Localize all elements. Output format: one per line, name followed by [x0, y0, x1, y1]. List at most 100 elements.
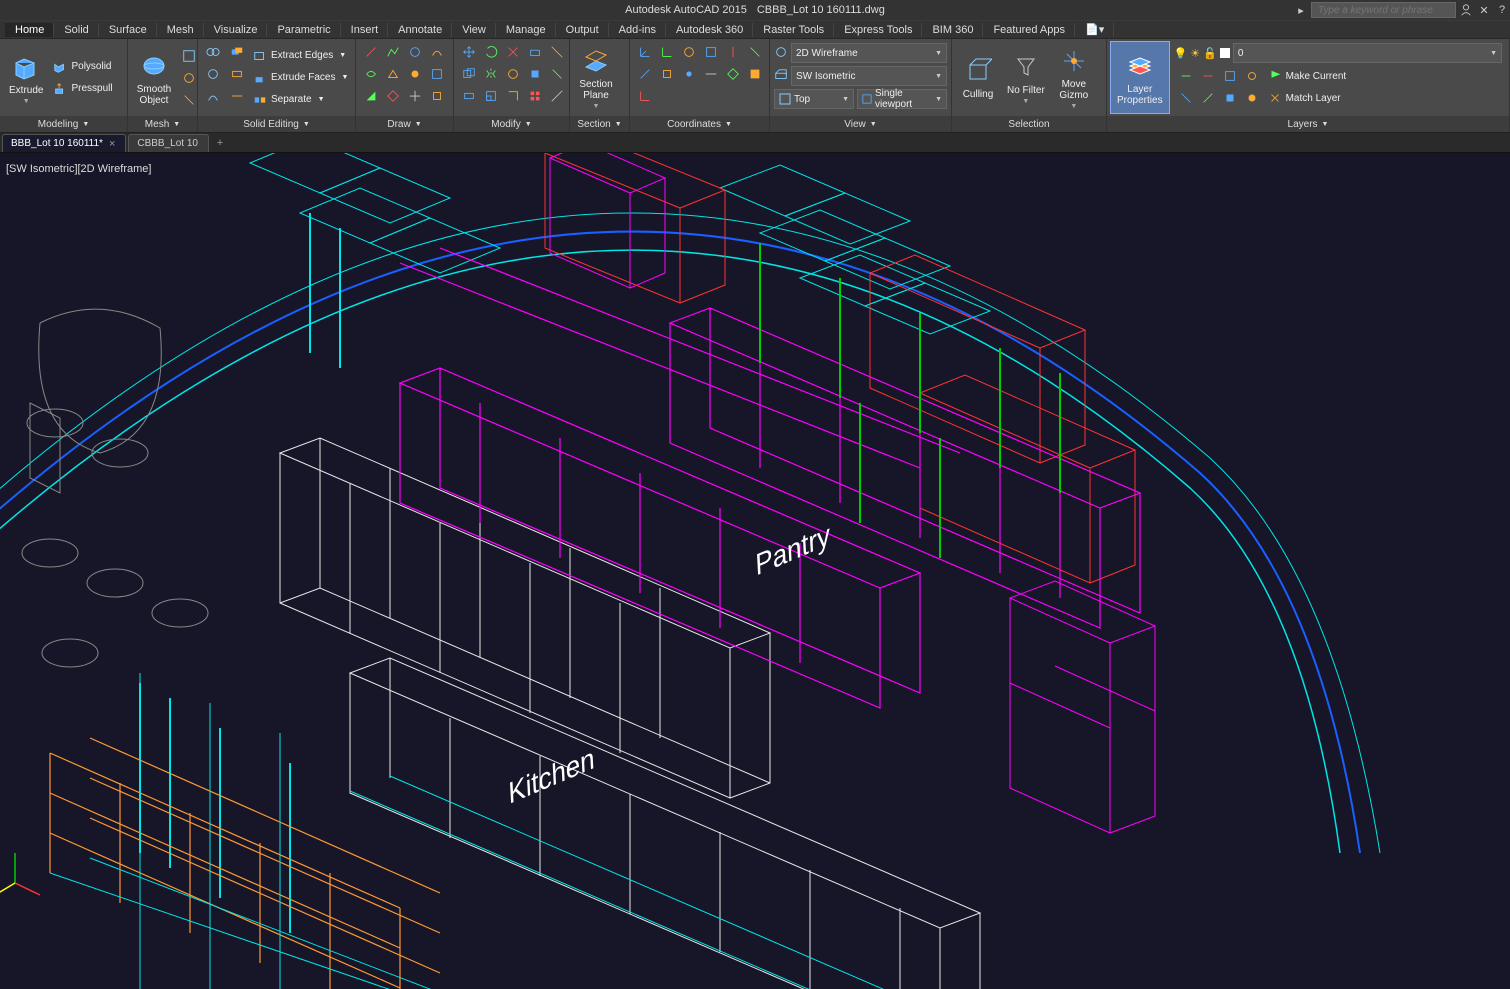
visual-style-dropdown[interactable]: 2D Wireframe▼	[791, 43, 947, 63]
layer-dropdown[interactable]: 0▼	[1233, 43, 1502, 63]
l-icon-2[interactable]	[1196, 65, 1220, 87]
se-icon-1[interactable]	[201, 41, 225, 63]
panel-title-view[interactable]: View▼	[770, 116, 951, 132]
m-icon-8[interactable]	[501, 63, 525, 85]
l-icon-4[interactable]	[1240, 65, 1264, 87]
viewport-label[interactable]: [SW Isometric][2D Wireframe]	[6, 163, 151, 175]
m-icon-5[interactable]	[545, 41, 569, 63]
c-icon-10[interactable]	[699, 63, 723, 85]
se-icon-4[interactable]	[225, 63, 249, 85]
stretch-icon[interactable]	[457, 85, 481, 107]
d-icon-6[interactable]	[381, 63, 405, 85]
help-search-input[interactable]	[1311, 2, 1456, 18]
scale-icon[interactable]	[479, 85, 503, 107]
mirror-icon[interactable]	[479, 63, 503, 85]
c-icon-7[interactable]	[633, 63, 657, 85]
panel-title-section[interactable]: Section▼	[570, 116, 629, 132]
viewport-dropdown[interactable]: Single viewport▼	[857, 89, 947, 109]
menu-manage[interactable]: Manage	[496, 23, 556, 37]
d-icon-7[interactable]	[403, 63, 427, 85]
l-icon-6[interactable]	[1196, 87, 1220, 109]
c-icon-13[interactable]	[633, 85, 657, 107]
presspull-button[interactable]: Presspull	[49, 78, 115, 100]
se-icon-3[interactable]	[201, 63, 225, 85]
menu-mesh[interactable]: Mesh	[157, 23, 204, 37]
panel-title-selection[interactable]: Selection	[952, 116, 1106, 132]
menu-insert[interactable]: Insert	[341, 23, 389, 37]
menu-featuredapps[interactable]: Featured Apps	[983, 23, 1075, 37]
add-tab-button[interactable]: +	[211, 134, 229, 152]
panel-title-coordinates[interactable]: Coordinates▼	[630, 116, 769, 132]
sun-icon[interactable]: ☀	[1190, 47, 1200, 60]
movegizmo-button[interactable]: Move Gizmo ▼	[1051, 41, 1097, 114]
extrude-faces-button[interactable]: Extrude Faces▼	[249, 67, 351, 89]
menu-parametric[interactable]: Parametric	[267, 23, 340, 37]
panel-title-modify[interactable]: Modify▼	[454, 116, 569, 132]
panel-title-mesh[interactable]: Mesh▼	[128, 116, 197, 132]
menu-solid[interactable]: Solid	[54, 23, 98, 37]
match-layer-button[interactable]: Match Layer	[1264, 87, 1350, 109]
separate-button[interactable]: Separate▼	[249, 89, 351, 111]
menu-expresstools[interactable]: Express Tools	[834, 23, 922, 37]
m-icon-15[interactable]	[545, 85, 569, 107]
se-icon-6[interactable]	[225, 85, 249, 107]
c-icon-11[interactable]	[721, 63, 745, 85]
menu-view[interactable]: View	[452, 23, 496, 37]
c-icon-5[interactable]	[721, 41, 745, 63]
menu-bim360[interactable]: BIM 360	[922, 23, 983, 37]
c-icon-3[interactable]	[677, 41, 701, 63]
d-icon-9[interactable]	[359, 85, 383, 107]
se-icon-2[interactable]	[225, 41, 249, 63]
menu-output[interactable]: Output	[556, 23, 609, 37]
extract-edges-button[interactable]: Extract Edges▼	[249, 45, 351, 67]
l-icon-7[interactable]	[1218, 87, 1242, 109]
menu-addins[interactable]: Add-ins	[609, 23, 666, 37]
menu-surface[interactable]: Surface	[99, 23, 157, 37]
close-icon[interactable]: ×	[109, 138, 115, 150]
c-icon-1[interactable]	[633, 41, 657, 63]
m-icon-10[interactable]	[545, 63, 569, 85]
nofilter-button[interactable]: No Filter ▼	[1001, 41, 1051, 114]
file-tab-0[interactable]: BBB_Lot 10 160111* ×	[2, 134, 126, 152]
chevron-right-icon[interactable]: ▸	[1293, 2, 1309, 18]
file-tab-1[interactable]: CBBB_Lot 10	[128, 134, 209, 152]
line-icon[interactable]	[359, 41, 383, 63]
d-icon-5[interactable]	[359, 63, 383, 85]
arc-icon[interactable]	[425, 41, 449, 63]
menu-visualize[interactable]: Visualize	[204, 23, 268, 37]
menu-rastertools[interactable]: Raster Tools	[753, 23, 834, 37]
m-icon-13[interactable]	[501, 85, 525, 107]
c-icon-12[interactable]	[743, 63, 767, 85]
l-icon-1[interactable]	[1174, 65, 1198, 87]
d-icon-8[interactable]	[425, 63, 449, 85]
extrude-button[interactable]: Extrude ▼	[3, 41, 49, 114]
bulb-on-icon[interactable]: 💡	[1174, 47, 1188, 60]
l-icon-5[interactable]	[1174, 87, 1198, 109]
c-icon-2[interactable]	[655, 41, 679, 63]
c-icon-8[interactable]	[655, 63, 679, 85]
c-icon-4[interactable]	[699, 41, 723, 63]
view-dropdown[interactable]: SW Isometric▼	[791, 66, 947, 86]
smooth-object-button[interactable]: Smooth Object	[131, 41, 177, 114]
panel-title-modeling[interactable]: Modeling▼	[0, 116, 127, 132]
copy-icon[interactable]	[457, 63, 481, 85]
menu-annotate[interactable]: Annotate	[388, 23, 452, 37]
rotate-icon[interactable]	[479, 41, 503, 63]
menu-more[interactable]: 📄▾	[1075, 22, 1114, 37]
m-icon-9[interactable]	[523, 63, 547, 85]
help-icon[interactable]: ?	[1494, 2, 1510, 18]
make-current-button[interactable]: Make Current	[1264, 65, 1350, 87]
circle-icon[interactable]	[403, 41, 427, 63]
l-icon-8[interactable]	[1240, 87, 1264, 109]
m-icon-4[interactable]	[523, 41, 547, 63]
section-plane-button[interactable]: Section Plane ▼	[573, 41, 619, 114]
move-icon[interactable]	[457, 41, 481, 63]
polysolid-button[interactable]: Polysolid	[49, 56, 115, 78]
c-icon-9[interactable]	[677, 63, 701, 85]
menu-autodesk360[interactable]: Autodesk 360	[666, 23, 753, 37]
l-icon-3[interactable]	[1218, 65, 1242, 87]
se-icon-5[interactable]	[201, 85, 225, 107]
panel-title-layers[interactable]: Layers▼	[1107, 116, 1509, 132]
d-icon-11[interactable]	[403, 85, 427, 107]
c-icon-6[interactable]	[743, 41, 767, 63]
